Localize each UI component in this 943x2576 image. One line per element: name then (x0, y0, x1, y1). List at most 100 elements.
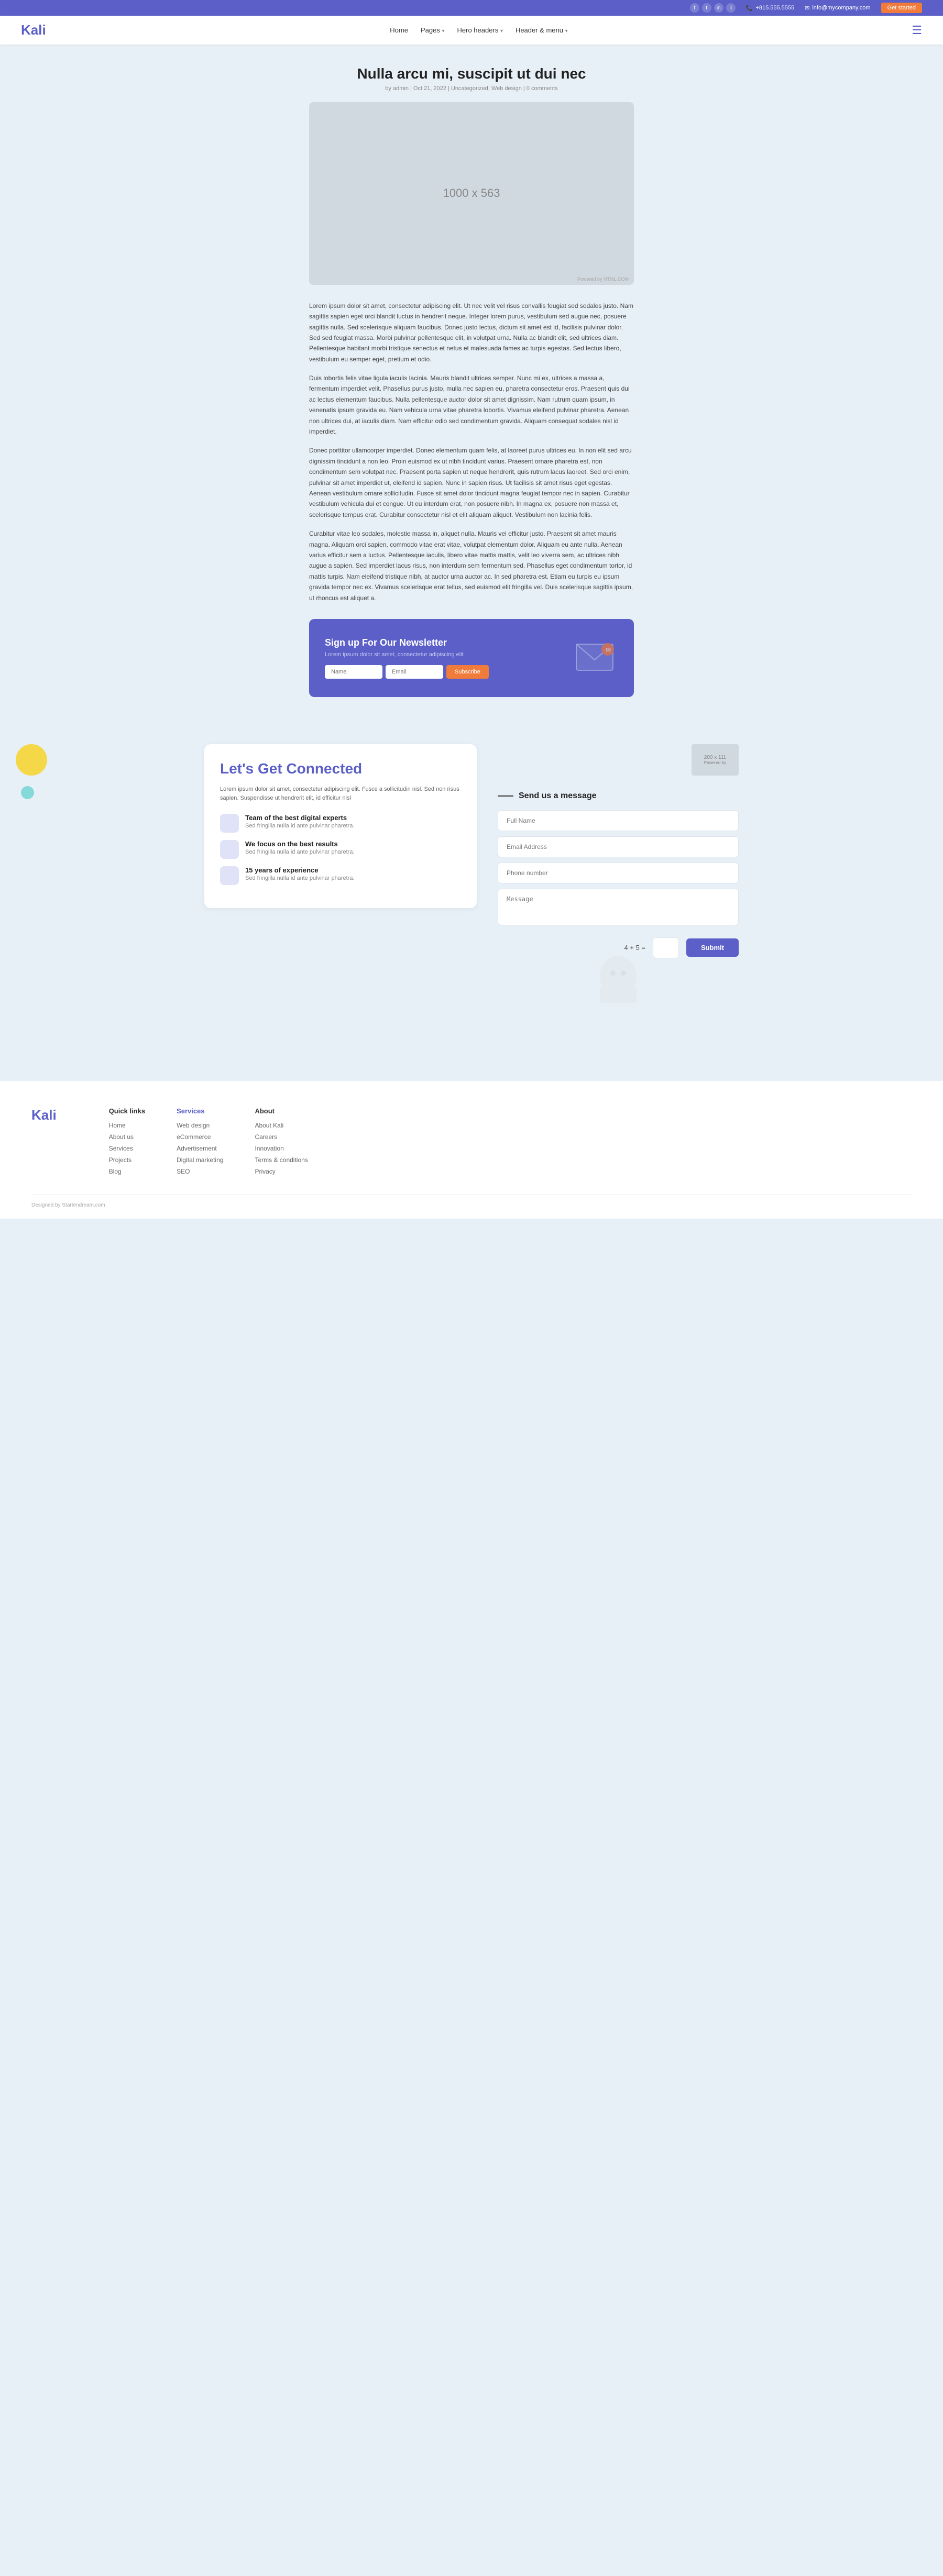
featured-image: 1000 x 563 Powered by HTML.COM (309, 102, 634, 285)
feature-icon-2 (220, 840, 239, 859)
nav-pages[interactable]: Pages ▾ (421, 26, 445, 34)
list-item[interactable]: Blog (109, 1167, 145, 1175)
phone-info: 📞 +815.555.5555 (746, 5, 794, 12)
paragraph-3: Donec porttitor ullamcorper imperdiet. D… (309, 445, 634, 520)
feature-title-1: Team of the best digital experts (245, 814, 355, 822)
footer-copyright: Designed by Startendream.com (31, 1202, 105, 1208)
post-content: Nulla arcu mi, suscipit ut dui nec by ad… (299, 45, 644, 734)
about-list: About Kali Careers Innovation Terms & co… (255, 1121, 308, 1175)
phone-number: +815.555.5555 (755, 5, 794, 11)
image-size-label: 1000 x 563 (443, 186, 500, 200)
list-item[interactable]: Web design (177, 1121, 223, 1129)
contact-header-line (498, 795, 513, 797)
ads-label: 200 x 111 (704, 755, 726, 760)
paragraph-4: Curabitur vitae leo sodales, molestie ma… (309, 528, 634, 603)
email-icon: ✉ (805, 5, 809, 12)
ghost-decoration (498, 948, 739, 1018)
ads-box: 200 x 111 Powered by (692, 744, 739, 776)
navbar-logo: Kali (21, 22, 46, 38)
newsletter-section: Sign up For Our Newsletter Lorem ipsum d… (309, 619, 634, 697)
connect-subtitle: Lorem ipsum dolor sit amet, consectetur … (220, 785, 461, 803)
footer-logo: Kali (31, 1107, 57, 1179)
hamburger-icon[interactable]: ☰ (912, 24, 922, 37)
footer-top: Kali Quick links Home About us Services … (31, 1107, 912, 1179)
contact-form-col: 200 x 111 Powered by Send us a message 4… (498, 744, 739, 1018)
get-started-button[interactable]: Get started (881, 3, 922, 13)
newsletter-subtitle: Lorem ipsum dolor sit amet, consectetur … (325, 651, 571, 658)
footer: Kali Quick links Home About us Services … (0, 1081, 943, 1219)
blob-teal (21, 786, 34, 799)
newsletter-svg-icon: ✉ (571, 634, 618, 681)
list-item[interactable]: Home (109, 1121, 145, 1129)
connect-title: Let's Get Connected (220, 760, 461, 778)
ads-powered: Powered by (704, 760, 726, 765)
instagram-icon: in (714, 3, 723, 13)
feature-title-3: 15 years of experience (245, 866, 355, 874)
list-item[interactable]: Digital marketing (177, 1156, 223, 1164)
feature-text-1: Team of the best digital experts Sed fri… (245, 814, 355, 831)
paragraph-1: Lorem ipsum dolor sit amet, consectetur … (309, 301, 634, 364)
social-icons: f t in li (690, 3, 736, 13)
feature-desc-3: Sed fringilla nulla id ante pulvinar pha… (245, 874, 355, 883)
contact-heading: Send us a message (519, 791, 597, 801)
newsletter-name-input[interactable] (325, 665, 382, 679)
post-title: Nulla arcu mi, suscipit ut dui nec (309, 65, 634, 82)
list-item[interactable]: eCommerce (177, 1133, 223, 1141)
newsletter-email-input[interactable] (386, 665, 443, 679)
footer-about: About About Kali Careers Innovation Term… (255, 1107, 308, 1179)
navbar: Kali Home Pages ▾ Hero headers ▾ Header … (0, 16, 943, 45)
paragraph-2: Duis lobortis felis vitae ligula iaculis… (309, 373, 634, 437)
linkedin-icon: li (726, 3, 736, 13)
list-item[interactable]: Terms & conditions (255, 1156, 308, 1164)
newsletter-subscribe-button[interactable]: Subscribe (446, 665, 489, 679)
image-powered: Powered by HTML.COM (577, 277, 629, 282)
phone-field[interactable] (498, 863, 739, 883)
message-field[interactable] (498, 889, 739, 925)
email-address: info@mycompany.com (812, 5, 870, 11)
feature-desc-2: Sed fringilla nulla id ante pulvinar pha… (245, 848, 355, 857)
ghost-svg (587, 948, 650, 1011)
newsletter-left: Sign up For Our Newsletter Lorem ipsum d… (325, 637, 571, 679)
article-body: Lorem ipsum dolor sit amet, consectetur … (309, 301, 634, 603)
services-list: Web design eCommerce Advertisement Digit… (177, 1121, 223, 1175)
feature-item-2: We focus on the best results Sed fringil… (220, 840, 461, 859)
footer-quick-links: Quick links Home About us Services Proje… (109, 1107, 145, 1179)
feature-item-3: 15 years of experience Sed fringilla nul… (220, 866, 461, 885)
list-item[interactable]: Projects (109, 1156, 145, 1164)
list-item[interactable]: Advertisement (177, 1144, 223, 1152)
list-item[interactable]: Privacy (255, 1167, 308, 1175)
email-field[interactable] (498, 836, 739, 857)
feature-item-1: Team of the best digital experts Sed fri… (220, 814, 461, 833)
quick-links-list: Home About us Services Projects Blog (109, 1121, 145, 1175)
lower-section: Let's Get Connected Lorem ipsum dolor si… (0, 734, 943, 1060)
newsletter-form: Subscribe (325, 665, 571, 679)
nav-home[interactable]: Home (390, 26, 408, 34)
top-bar: f t in li 📞 +815.555.5555 ✉ info@mycompa… (0, 0, 943, 16)
feature-text-3: 15 years of experience Sed fringilla nul… (245, 866, 355, 883)
pages-arrow: ▾ (442, 28, 444, 34)
svg-text:✉: ✉ (606, 646, 611, 654)
navbar-links: Home Pages ▾ Hero headers ▾ Header & men… (390, 26, 567, 34)
list-item[interactable]: Careers (255, 1133, 308, 1141)
connect-card: Let's Get Connected Lorem ipsum dolor si… (204, 744, 477, 908)
footer-bottom: Designed by Startendream.com (31, 1195, 912, 1208)
newsletter-title: Sign up For Our Newsletter (325, 637, 571, 648)
list-item[interactable]: About us (109, 1133, 145, 1141)
list-item[interactable]: SEO (177, 1167, 223, 1175)
email-info: ✉ info@mycompany.com (805, 5, 870, 12)
feature-title-2: We focus on the best results (245, 840, 355, 848)
contact-header: Send us a message (498, 791, 739, 801)
feature-icon-3 (220, 866, 239, 885)
post-meta: by admin | Oct 21, 2022 | Uncategorized,… (309, 85, 634, 92)
header-menu-arrow: ▾ (565, 28, 568, 34)
nav-hero-headers[interactable]: Hero headers ▾ (457, 26, 503, 34)
phone-icon: 📞 (746, 5, 753, 12)
about-heading: About (255, 1107, 308, 1115)
list-item[interactable]: Services (109, 1144, 145, 1152)
full-name-field[interactable] (498, 810, 739, 831)
nav-header-menu[interactable]: Header & menu ▾ (516, 26, 568, 34)
list-item[interactable]: Innovation (255, 1144, 308, 1152)
footer-services: Services Web design eCommerce Advertisem… (177, 1107, 223, 1179)
services-heading: Services (177, 1107, 223, 1115)
list-item[interactable]: About Kali (255, 1121, 308, 1129)
